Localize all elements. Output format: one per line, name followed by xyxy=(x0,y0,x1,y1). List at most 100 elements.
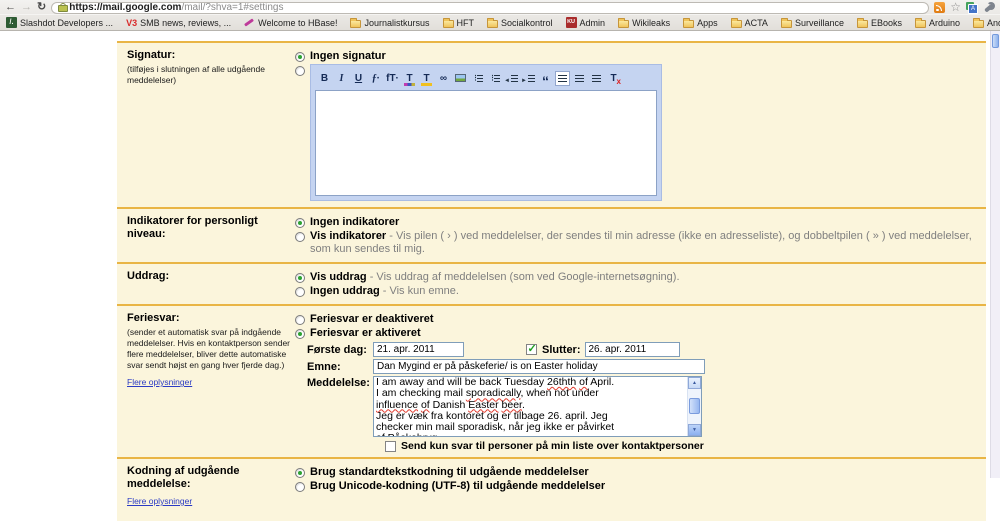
snippets-option-show[interactable]: Vis uddrag - Vis uddrag af meddelelsen (… xyxy=(295,271,978,284)
scroll-up-icon[interactable]: ▲ xyxy=(688,377,701,389)
rss-icon[interactable] xyxy=(934,2,945,13)
ends-input[interactable] xyxy=(585,342,680,357)
editor-toolbar: B I U ƒ· fT· T T ∞ xyxy=(315,69,657,87)
highlight-color-icon[interactable]: T xyxy=(419,71,434,86)
vacation-message-row: Meddelelse: I am away and will be back T… xyxy=(307,376,978,437)
align-right-icon[interactable] xyxy=(589,71,604,86)
radio-no-snippets[interactable] xyxy=(295,287,305,297)
indent-icon[interactable] xyxy=(521,71,536,86)
page-scrollbar[interactable] xyxy=(990,31,1000,478)
bookmarks-bar: /.Slashdot Developers ... V3SMB news, re… xyxy=(0,14,1000,30)
encoding-utf8-option[interactable]: Brug Unicode-kodning (UTF-8) til udgåend… xyxy=(295,480,978,493)
vacation-message-textarea[interactable]: I am away and will be back Tuesday 26tht… xyxy=(373,376,702,437)
vacation-more-link[interactable]: Flere oplysninger xyxy=(127,377,192,387)
underline-icon[interactable]: U xyxy=(351,71,366,86)
radio-no-signature[interactable] xyxy=(295,52,305,62)
bookmark-admin[interactable]: KUAdmin xyxy=(566,17,606,28)
radio-no-indicators[interactable] xyxy=(295,218,305,228)
align-center-icon[interactable] xyxy=(572,71,587,86)
gmail-settings-page: Signatur: (tilføjes i slutningen af alle… xyxy=(0,31,1000,478)
folder-icon xyxy=(781,20,792,28)
folder-icon xyxy=(731,20,742,28)
vacation-off-option[interactable]: Feriesvar er deaktiveret xyxy=(295,313,978,326)
insert-image-icon[interactable] xyxy=(453,71,468,86)
link-icon[interactable]: ∞ xyxy=(436,71,451,86)
section-indicators: Indikatorer for personligt niveau: Ingen… xyxy=(117,207,986,262)
bookmark-journalistkursus[interactable]: Journalistkursus xyxy=(350,18,429,28)
vacation-message-text[interactable]: I am away and will be back Tuesday 26tht… xyxy=(374,377,687,436)
scroll-thumb[interactable] xyxy=(689,398,700,414)
radio-vacation-off[interactable] xyxy=(295,315,305,325)
text-color-icon[interactable]: T xyxy=(402,71,417,86)
radio-utf8-encoding[interactable] xyxy=(295,482,305,492)
radio-custom-signature[interactable] xyxy=(295,66,305,76)
bookmark-ebooks[interactable]: EBooks xyxy=(857,18,902,28)
pen-icon xyxy=(244,17,255,28)
radio-default-encoding[interactable] xyxy=(295,468,305,478)
scroll-down-icon[interactable]: ▼ xyxy=(688,424,701,436)
signature-custom-option: B I U ƒ· fT· T T ∞ xyxy=(295,64,978,201)
signature-text-area[interactable] xyxy=(315,90,657,196)
vacation-subject-row: Emne: xyxy=(307,359,978,374)
bookmark-hbase[interactable]: Welcome to HBase! xyxy=(244,17,337,28)
bookmark-apps[interactable]: Apps xyxy=(683,18,718,28)
address-row: ← → ↻ https://mail.google.com/mail/?shva… xyxy=(0,0,1000,14)
url-origin: https://mail.google.com xyxy=(69,2,181,13)
signature-sublabel: (tilføjes i slutningen af alle udgående … xyxy=(127,64,287,86)
url-text[interactable]: https://mail.google.com/mail/?shva=1#set… xyxy=(69,3,283,13)
indicators-option-show[interactable]: Vis indikatorer - Vis pilen ( › ) ved me… xyxy=(295,230,978,256)
ends-checkbox[interactable] xyxy=(526,344,537,355)
ends-label: Slutter: xyxy=(542,344,581,356)
folder-icon xyxy=(443,20,454,28)
bookmark-v3[interactable]: V3SMB news, reviews, ... xyxy=(126,18,231,28)
url-path: /mail/?shva=1#settings xyxy=(181,2,283,13)
subject-label: Emne: xyxy=(307,361,373,373)
bookmark-star-icon[interactable]: ☆ xyxy=(950,2,961,13)
v3-icon: V3 xyxy=(126,18,137,28)
folder-icon xyxy=(350,20,361,28)
contacts-only-option[interactable]: Send kun svar til personer på min liste … xyxy=(385,440,978,452)
blockquote-icon[interactable]: “ xyxy=(538,71,553,86)
subject-input[interactable] xyxy=(373,359,705,374)
signature-none-option[interactable]: Ingen signatur xyxy=(295,50,978,63)
bookmark-socialkontrol[interactable]: Socialkontrol xyxy=(487,18,553,28)
font-size-icon[interactable]: fT· xyxy=(385,71,400,86)
back-button[interactable]: ← xyxy=(5,2,16,13)
snippets-option-none[interactable]: Ingen uddrag - Vis kun emne. xyxy=(295,285,978,298)
remove-formatting-icon[interactable]: T xyxy=(606,71,621,86)
radio-show-indicators[interactable] xyxy=(295,232,305,242)
wrench-menu-icon[interactable] xyxy=(983,2,995,14)
bullet-list-icon[interactable] xyxy=(487,71,502,86)
align-left-icon[interactable] xyxy=(555,71,570,86)
settings-panel: Signatur: (tilføjes i slutningen af alle… xyxy=(117,41,986,521)
outdent-icon[interactable] xyxy=(504,71,519,86)
bookmark-arduino[interactable]: Arduino xyxy=(915,18,960,28)
page-scrollbar-thumb[interactable] xyxy=(992,34,999,48)
italic-icon[interactable]: I xyxy=(334,71,349,86)
address-bar[interactable]: https://mail.google.com/mail/?shva=1#set… xyxy=(51,2,929,14)
folder-icon xyxy=(618,20,629,28)
radio-show-snippets[interactable] xyxy=(295,273,305,283)
translate-icon[interactable] xyxy=(966,2,978,14)
message-scrollbar: ▲ ▼ xyxy=(687,377,701,436)
numbered-list-icon[interactable] xyxy=(470,71,485,86)
bookmark-surveillance[interactable]: Surveillance xyxy=(781,18,844,28)
bookmark-wikileaks[interactable]: Wikileaks xyxy=(618,18,670,28)
vacation-on-option[interactable]: Feriesvar er aktiveret xyxy=(295,327,978,340)
folder-icon xyxy=(683,20,694,28)
bookmark-hft[interactable]: HFT xyxy=(443,18,475,28)
forward-button[interactable]: → xyxy=(21,2,32,13)
indicators-option-none[interactable]: Ingen indikatorer xyxy=(295,216,978,229)
other-bookmarks-button[interactable]: Andre bogmærker xyxy=(973,18,1000,28)
bold-icon[interactable]: B xyxy=(317,71,332,86)
radio-vacation-on[interactable] xyxy=(295,329,305,339)
bookmark-slashdot[interactable]: /.Slashdot Developers ... xyxy=(6,17,113,28)
contacts-only-checkbox[interactable] xyxy=(385,441,396,452)
encoding-more-link[interactable]: Flere oplysninger xyxy=(127,496,192,506)
bookmark-acta[interactable]: ACTA xyxy=(731,18,768,28)
first-day-input[interactable] xyxy=(373,342,464,357)
encoding-default-option[interactable]: Brug standardtekstkodning til udgående m… xyxy=(295,466,978,479)
folder-icon xyxy=(915,20,926,28)
reload-button[interactable]: ↻ xyxy=(37,2,46,13)
font-icon[interactable]: ƒ· xyxy=(368,71,383,86)
